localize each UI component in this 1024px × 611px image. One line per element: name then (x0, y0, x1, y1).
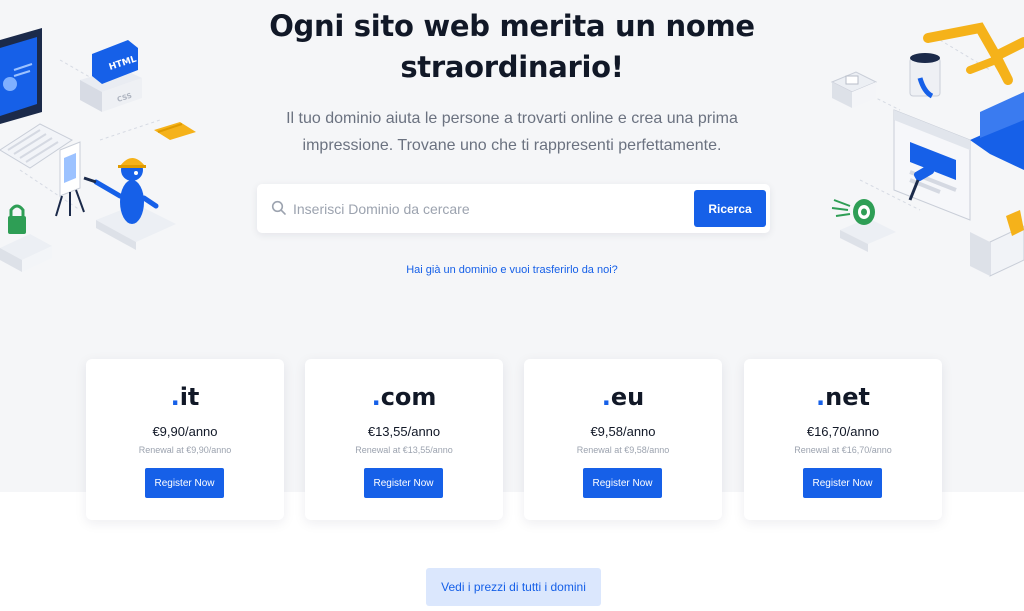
domain-price: €9,90/anno (152, 424, 218, 439)
box-icon (830, 71, 878, 108)
register-now-button[interactable]: Register Now (583, 468, 662, 498)
hero-subtitle: Il tuo dominio aiuta le persone a trovar… (286, 110, 738, 154)
tld-extension: com (380, 383, 437, 411)
easel-icon (55, 141, 85, 217)
tld-dot: . (601, 383, 611, 411)
robot-worker-icon (83, 158, 176, 250)
page-title: Ogni sito web merita un nome straordinar… (269, 9, 755, 84)
renewal-price: Renewal at €13,55/anno (355, 445, 453, 455)
browser-window-icon (893, 109, 971, 221)
tld-extension: it (179, 383, 200, 411)
search-icon (271, 200, 286, 215)
monitor-icon (0, 28, 42, 124)
domain-card-com: .com €13,55/anno Renewal at €13,55/anno … (305, 359, 503, 520)
tld-extension: net (825, 383, 870, 411)
tld-name: .eu (524, 383, 722, 411)
domain-card-net: .net €16,70/anno Renewal at €16,70/anno … (744, 359, 942, 520)
tld-dot: . (170, 383, 180, 411)
domain-search-input[interactable] (293, 194, 688, 224)
tld-dot: . (816, 383, 826, 411)
target-icon (831, 199, 896, 252)
paint-bucket-icon (909, 53, 941, 99)
renewal-price: Renewal at €16,70/anno (794, 445, 892, 455)
transfer-domain-link[interactable]: Hai già un dominio e vuoi trasferirlo da… (330, 264, 694, 276)
domain-card-it: .it €9,90/anno Renewal at €9,90/anno Reg… (86, 359, 284, 520)
renewal-price: Renewal at €9,90/anno (138, 445, 232, 455)
tld-name: .net (744, 383, 942, 411)
tld-name: .com (305, 383, 503, 411)
tld-dot: . (371, 383, 381, 411)
domain-search-bar: Ricerca (257, 184, 770, 233)
tld-extension: eu (610, 383, 645, 411)
lock-icon (0, 204, 52, 272)
domain-price: €9,58/anno (590, 424, 656, 439)
search-button[interactable]: Ricerca (694, 190, 766, 227)
domain-card-eu: .eu €9,58/anno Renewal at €9,58/anno Reg… (524, 359, 722, 520)
view-all-prices-button[interactable]: Vedi i prezzi di tutti i domini (426, 568, 601, 606)
left-hero-illustration: HTML CSS (0, 28, 196, 272)
domain-price: €16,70/anno (806, 424, 880, 439)
register-now-button[interactable]: Register Now (145, 468, 224, 498)
register-now-button[interactable]: Register Now (803, 468, 882, 498)
register-now-button[interactable]: Register Now (364, 468, 443, 498)
right-hero-illustration (830, 22, 1024, 277)
card-icon (154, 122, 196, 140)
tld-name: .it (86, 383, 284, 411)
html-css-blocks-icon: HTML CSS (80, 40, 142, 112)
shield-blocks-icon (970, 210, 1024, 277)
renewal-price: Renewal at €9,58/anno (576, 445, 670, 455)
domain-price: €13,55/anno (367, 424, 441, 439)
